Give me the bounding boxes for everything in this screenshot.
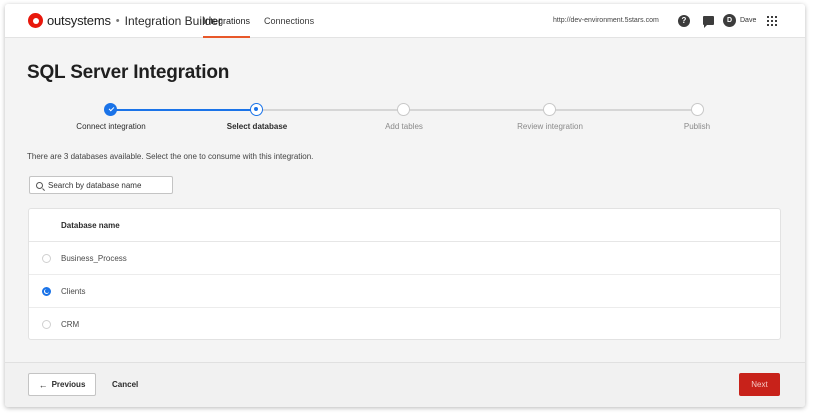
step-connector-2: [261, 109, 404, 111]
step-connector-3: [404, 109, 550, 111]
table-row-business-process[interactable]: Business_Process: [29, 242, 780, 275]
wizard-footer: ← Previous Cancel Next: [5, 362, 805, 407]
main-nav: Integrations Connections: [203, 4, 328, 38]
outsystems-logo-icon: [28, 13, 43, 28]
next-button[interactable]: Next: [739, 373, 780, 396]
cancel-button[interactable]: Cancel: [112, 373, 138, 396]
search-input[interactable]: [48, 180, 172, 190]
table-row-crm[interactable]: CRM: [29, 308, 780, 341]
brand-separator: •: [115, 14, 120, 27]
logo[interactable]: outsystems • Integration Builder: [28, 13, 222, 28]
step-label-publish: Publish: [683, 122, 711, 131]
tab-integrations[interactable]: Integrations: [203, 4, 251, 38]
row-label: Business_Process: [61, 253, 127, 263]
brand-name: outsystems: [47, 13, 111, 28]
radio-business-process[interactable]: [42, 253, 51, 263]
step-connector-4: [550, 109, 697, 111]
step-connector-1: [116, 109, 261, 111]
table-row-clients[interactable]: Clients: [29, 275, 780, 308]
step-label-connect-integration: Connect integration: [76, 122, 146, 131]
environment-url[interactable]: http://dev-environment.5stars.com: [553, 4, 659, 38]
step-label-add-tables: Add tables: [385, 122, 423, 131]
page-title: SQL Server Integration: [27, 62, 230, 83]
previous-button[interactable]: ← Previous: [28, 373, 96, 396]
column-header-database-name: Database name: [29, 209, 780, 242]
step-label-review-integration: Review integration: [517, 122, 583, 131]
progress-stepper: Connect integration Select database Add …: [5, 102, 805, 142]
step-1-check-icon: [104, 103, 117, 116]
step-4-pending-icon: [543, 103, 556, 116]
radio-crm[interactable]: [42, 320, 51, 329]
app-window: outsystems • Integration Builder Integra…: [5, 4, 805, 407]
apps-grid-icon[interactable]: [767, 16, 777, 26]
databases-description: There are 3 databases available. Select …: [27, 152, 314, 161]
top-bar: outsystems • Integration Builder Integra…: [5, 4, 805, 38]
arrow-left-icon: ←: [38, 379, 48, 390]
help-icon[interactable]: ?: [678, 15, 690, 27]
radio-clients[interactable]: [42, 286, 51, 296]
search-icon: [36, 181, 43, 189]
tab-connections[interactable]: Connections: [264, 4, 314, 38]
step-5-pending-icon: [691, 103, 704, 116]
chat-icon[interactable]: [703, 16, 714, 28]
step-label-select-database: Select database: [226, 122, 288, 131]
database-table: Database name Business_Process Clients C…: [28, 208, 781, 340]
user-name[interactable]: Dave: [740, 4, 756, 38]
row-label: Clients: [61, 286, 86, 296]
step-2-current-icon: [250, 103, 263, 116]
step-3-pending-icon: [397, 103, 410, 116]
previous-label: Previous: [51, 380, 86, 389]
search-box[interactable]: [29, 176, 173, 194]
avatar[interactable]: D: [723, 14, 736, 27]
row-label: CRM: [61, 320, 80, 329]
